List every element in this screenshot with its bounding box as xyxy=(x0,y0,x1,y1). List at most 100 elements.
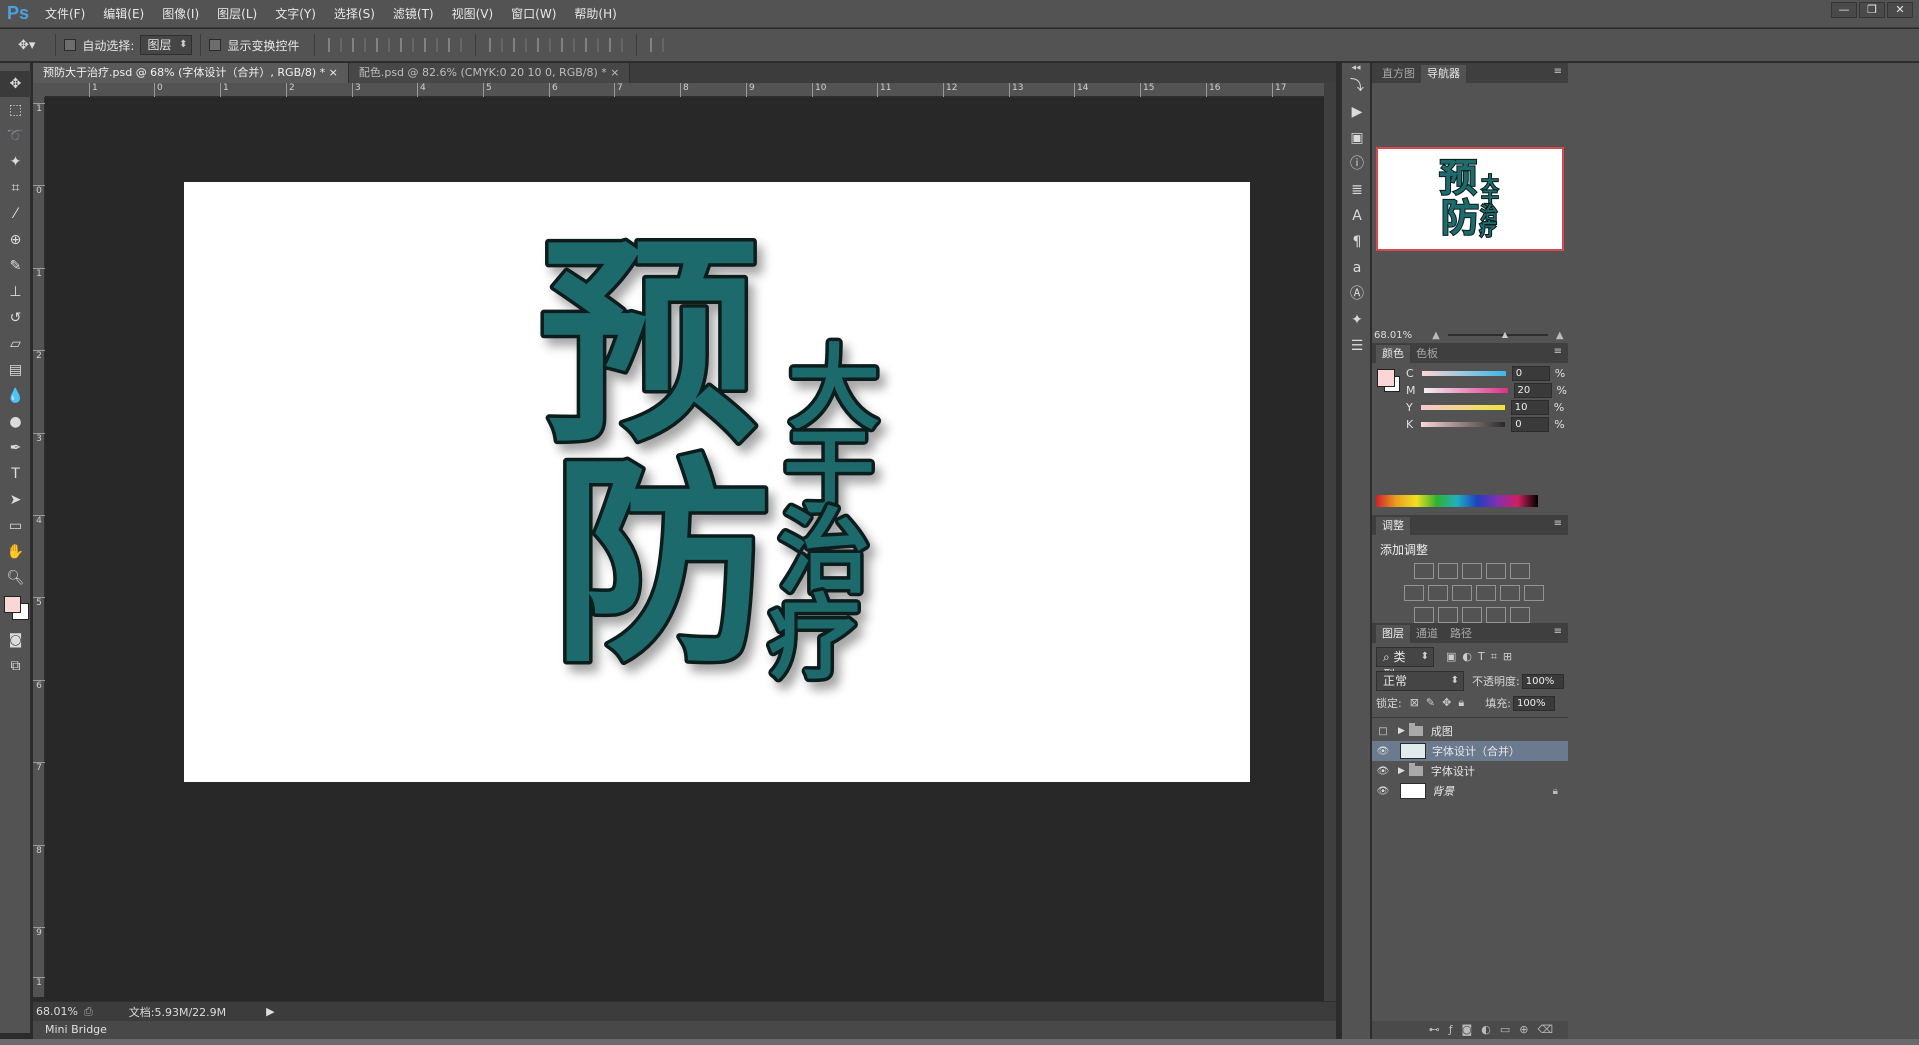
marquee-tool[interactable]: ⬚ xyxy=(0,97,31,123)
curves-icon[interactable] xyxy=(1462,563,1482,579)
channel-slider[interactable] xyxy=(1421,370,1506,376)
color-lookup-icon[interactable] xyxy=(1524,585,1544,601)
panel-menu-icon[interactable]: ≡ xyxy=(1554,518,1562,529)
color-balance-icon[interactable] xyxy=(1428,585,1448,601)
character-icon[interactable]: A xyxy=(1342,203,1372,229)
invert-icon[interactable] xyxy=(1414,607,1434,623)
layer-row-chengtu[interactable]: □ ▶ 成图 xyxy=(1372,721,1568,741)
move-tool[interactable]: ✥ xyxy=(0,71,31,97)
layer-filter-icons[interactable]: ▣◐T⌗⊞ xyxy=(1446,650,1518,664)
exposure-icon[interactable] xyxy=(1486,563,1506,579)
tab-adjustments[interactable]: 调整 xyxy=(1376,517,1410,535)
tab-navigator[interactable]: 导航器 xyxy=(1421,65,1466,83)
align-right-icon[interactable] xyxy=(447,38,462,52)
paragraph-icon[interactable]: ¶ xyxy=(1342,229,1372,255)
magic-wand-tool[interactable]: ✦ xyxy=(0,149,31,175)
tab-channels[interactable]: 通道 xyxy=(1410,625,1444,643)
canvas-area[interactable]: 预 防 大 于 治 疗 xyxy=(45,98,1324,1001)
document-canvas[interactable]: 预 防 大 于 治 疗 xyxy=(184,182,1250,782)
close-button[interactable]: ✕ xyxy=(1887,2,1913,18)
channel-value[interactable]: 20 xyxy=(1513,382,1552,398)
color-fg-swatch[interactable] xyxy=(1377,369,1395,387)
shape-tool[interactable]: ▭ xyxy=(0,513,31,539)
auto-select-checkbox[interactable] xyxy=(64,39,77,51)
brush-settings-icon[interactable]: ☰ xyxy=(1342,333,1372,359)
eraser-tool[interactable]: ▱ xyxy=(0,331,31,357)
eye-icon[interactable]: 👁︎ xyxy=(1372,766,1394,777)
zoom-slider[interactable]: ▲ xyxy=(1447,330,1548,339)
menu-help[interactable]: 帮助(H) xyxy=(565,0,625,28)
auto-align-icon[interactable] xyxy=(649,38,664,52)
move-tool-icon[interactable]: ✥▾ xyxy=(18,38,35,53)
distribute-vcenter-icon[interactable] xyxy=(512,38,527,52)
mini-bridge-bar[interactable]: Mini Bridge xyxy=(33,1021,1336,1039)
status-export-icon[interactable]: ⎙ xyxy=(84,1005,93,1019)
minimize-button[interactable]: — xyxy=(1831,2,1857,18)
align-top-icon[interactable] xyxy=(327,38,342,52)
eye-icon[interactable]: 👁︎ xyxy=(1372,746,1394,757)
layer-row-background[interactable]: 👁︎ 背景 🔒︎ xyxy=(1372,781,1568,801)
zoom-level[interactable]: 68.01% xyxy=(36,1005,78,1018)
vertical-scrollbar[interactable] xyxy=(1324,83,1336,1001)
path-selection-tool[interactable]: ➤ xyxy=(0,487,31,513)
black-white-icon[interactable] xyxy=(1452,585,1472,601)
tab-swatches[interactable]: 色板 xyxy=(1410,345,1444,363)
tab-document-1[interactable]: 预防大于治疗.psd @ 68% (字体设计（合并）, RGB/8) * × xyxy=(33,63,349,83)
auto-select-dropdown[interactable]: 图层 xyxy=(140,35,193,55)
channel-mixer-icon[interactable] xyxy=(1500,585,1520,601)
show-transform-checkbox[interactable] xyxy=(209,39,222,51)
type-tool[interactable]: T xyxy=(0,461,31,487)
distribute-right-icon[interactable] xyxy=(608,38,623,52)
channel-slider[interactable] xyxy=(1420,404,1505,410)
tab-color[interactable]: 颜色 xyxy=(1376,345,1410,363)
tab-layers[interactable]: 图层 xyxy=(1376,625,1410,643)
menu-layer[interactable]: 图层(L) xyxy=(208,0,266,28)
blend-mode-dropdown[interactable]: 正常 xyxy=(1376,671,1464,691)
menu-select[interactable]: 选择(S) xyxy=(325,0,384,28)
channel-slider[interactable] xyxy=(1423,387,1508,393)
expand-arrow-icon[interactable]: ▶ xyxy=(1398,726,1405,736)
layer-filter-dropdown[interactable]: ⌕ 类型 xyxy=(1376,647,1434,682)
panel-menu-icon[interactable]: ≡ xyxy=(1554,346,1562,357)
foreground-color-swatch[interactable] xyxy=(4,596,21,613)
distribute-top-icon[interactable] xyxy=(488,38,503,52)
menu-view[interactable]: 视图(V) xyxy=(443,0,503,28)
stamp-tool[interactable]: ⊥ xyxy=(0,279,31,305)
vibrance-icon[interactable] xyxy=(1510,563,1530,579)
info-icon[interactable]: ⓘ xyxy=(1342,151,1372,177)
panel-menu-icon[interactable]: ≡ xyxy=(1554,626,1562,637)
tool-presets-icon[interactable]: ≣ xyxy=(1342,177,1372,203)
zoom-in-icon[interactable]: ▲ xyxy=(1556,330,1564,341)
lock-icons[interactable]: ⊠✎✥🔒︎ xyxy=(1410,696,1472,710)
tab-histogram[interactable]: 直方图 xyxy=(1376,65,1421,83)
layer-comps-icon[interactable]: ▣ xyxy=(1342,125,1372,151)
align-left-icon[interactable] xyxy=(399,38,414,52)
distribute-left-icon[interactable] xyxy=(560,38,575,52)
align-bottom-icon[interactable] xyxy=(375,38,390,52)
channel-value[interactable]: 0 xyxy=(1511,365,1550,381)
opacity-input[interactable]: 100% xyxy=(1521,673,1564,689)
hand-tool[interactable]: ✋ xyxy=(0,539,31,565)
restore-button[interactable]: ❐ xyxy=(1859,2,1885,18)
layer-row-font-merged[interactable]: 👁︎ 字体设计（合并） xyxy=(1372,741,1568,761)
brush-presets-icon[interactable]: ✦ xyxy=(1342,307,1372,333)
distribute-hcenter-icon[interactable] xyxy=(584,38,599,52)
blur-tool[interactable]: 💧 xyxy=(0,383,31,409)
tab-paths[interactable]: 路径 xyxy=(1444,625,1478,643)
lasso-tool[interactable]: ➰ xyxy=(0,123,31,149)
distribute-bottom-icon[interactable] xyxy=(536,38,551,52)
status-menu-arrow-icon[interactable]: ▶ xyxy=(266,1005,274,1018)
levels-icon[interactable] xyxy=(1438,563,1458,579)
dodge-tool[interactable]: ● xyxy=(0,409,31,435)
channel-value[interactable]: 0 xyxy=(1511,416,1550,432)
menu-type[interactable]: 文字(Y) xyxy=(266,0,325,28)
visibility-off-icon[interactable]: □ xyxy=(1372,726,1394,737)
eye-icon[interactable]: 👁︎ xyxy=(1372,786,1394,797)
paragraph-styles-icon[interactable]: Ⓐ xyxy=(1342,281,1372,307)
channel-value[interactable]: 10 xyxy=(1510,399,1549,415)
collapse-icon[interactable]: ◂◂ xyxy=(1342,63,1370,73)
panel-menu-icon[interactable]: ≡ xyxy=(1554,66,1562,77)
posterize-icon[interactable] xyxy=(1438,607,1458,623)
menu-window[interactable]: 窗口(W) xyxy=(502,0,565,28)
color-spectrum[interactable] xyxy=(1376,495,1538,507)
